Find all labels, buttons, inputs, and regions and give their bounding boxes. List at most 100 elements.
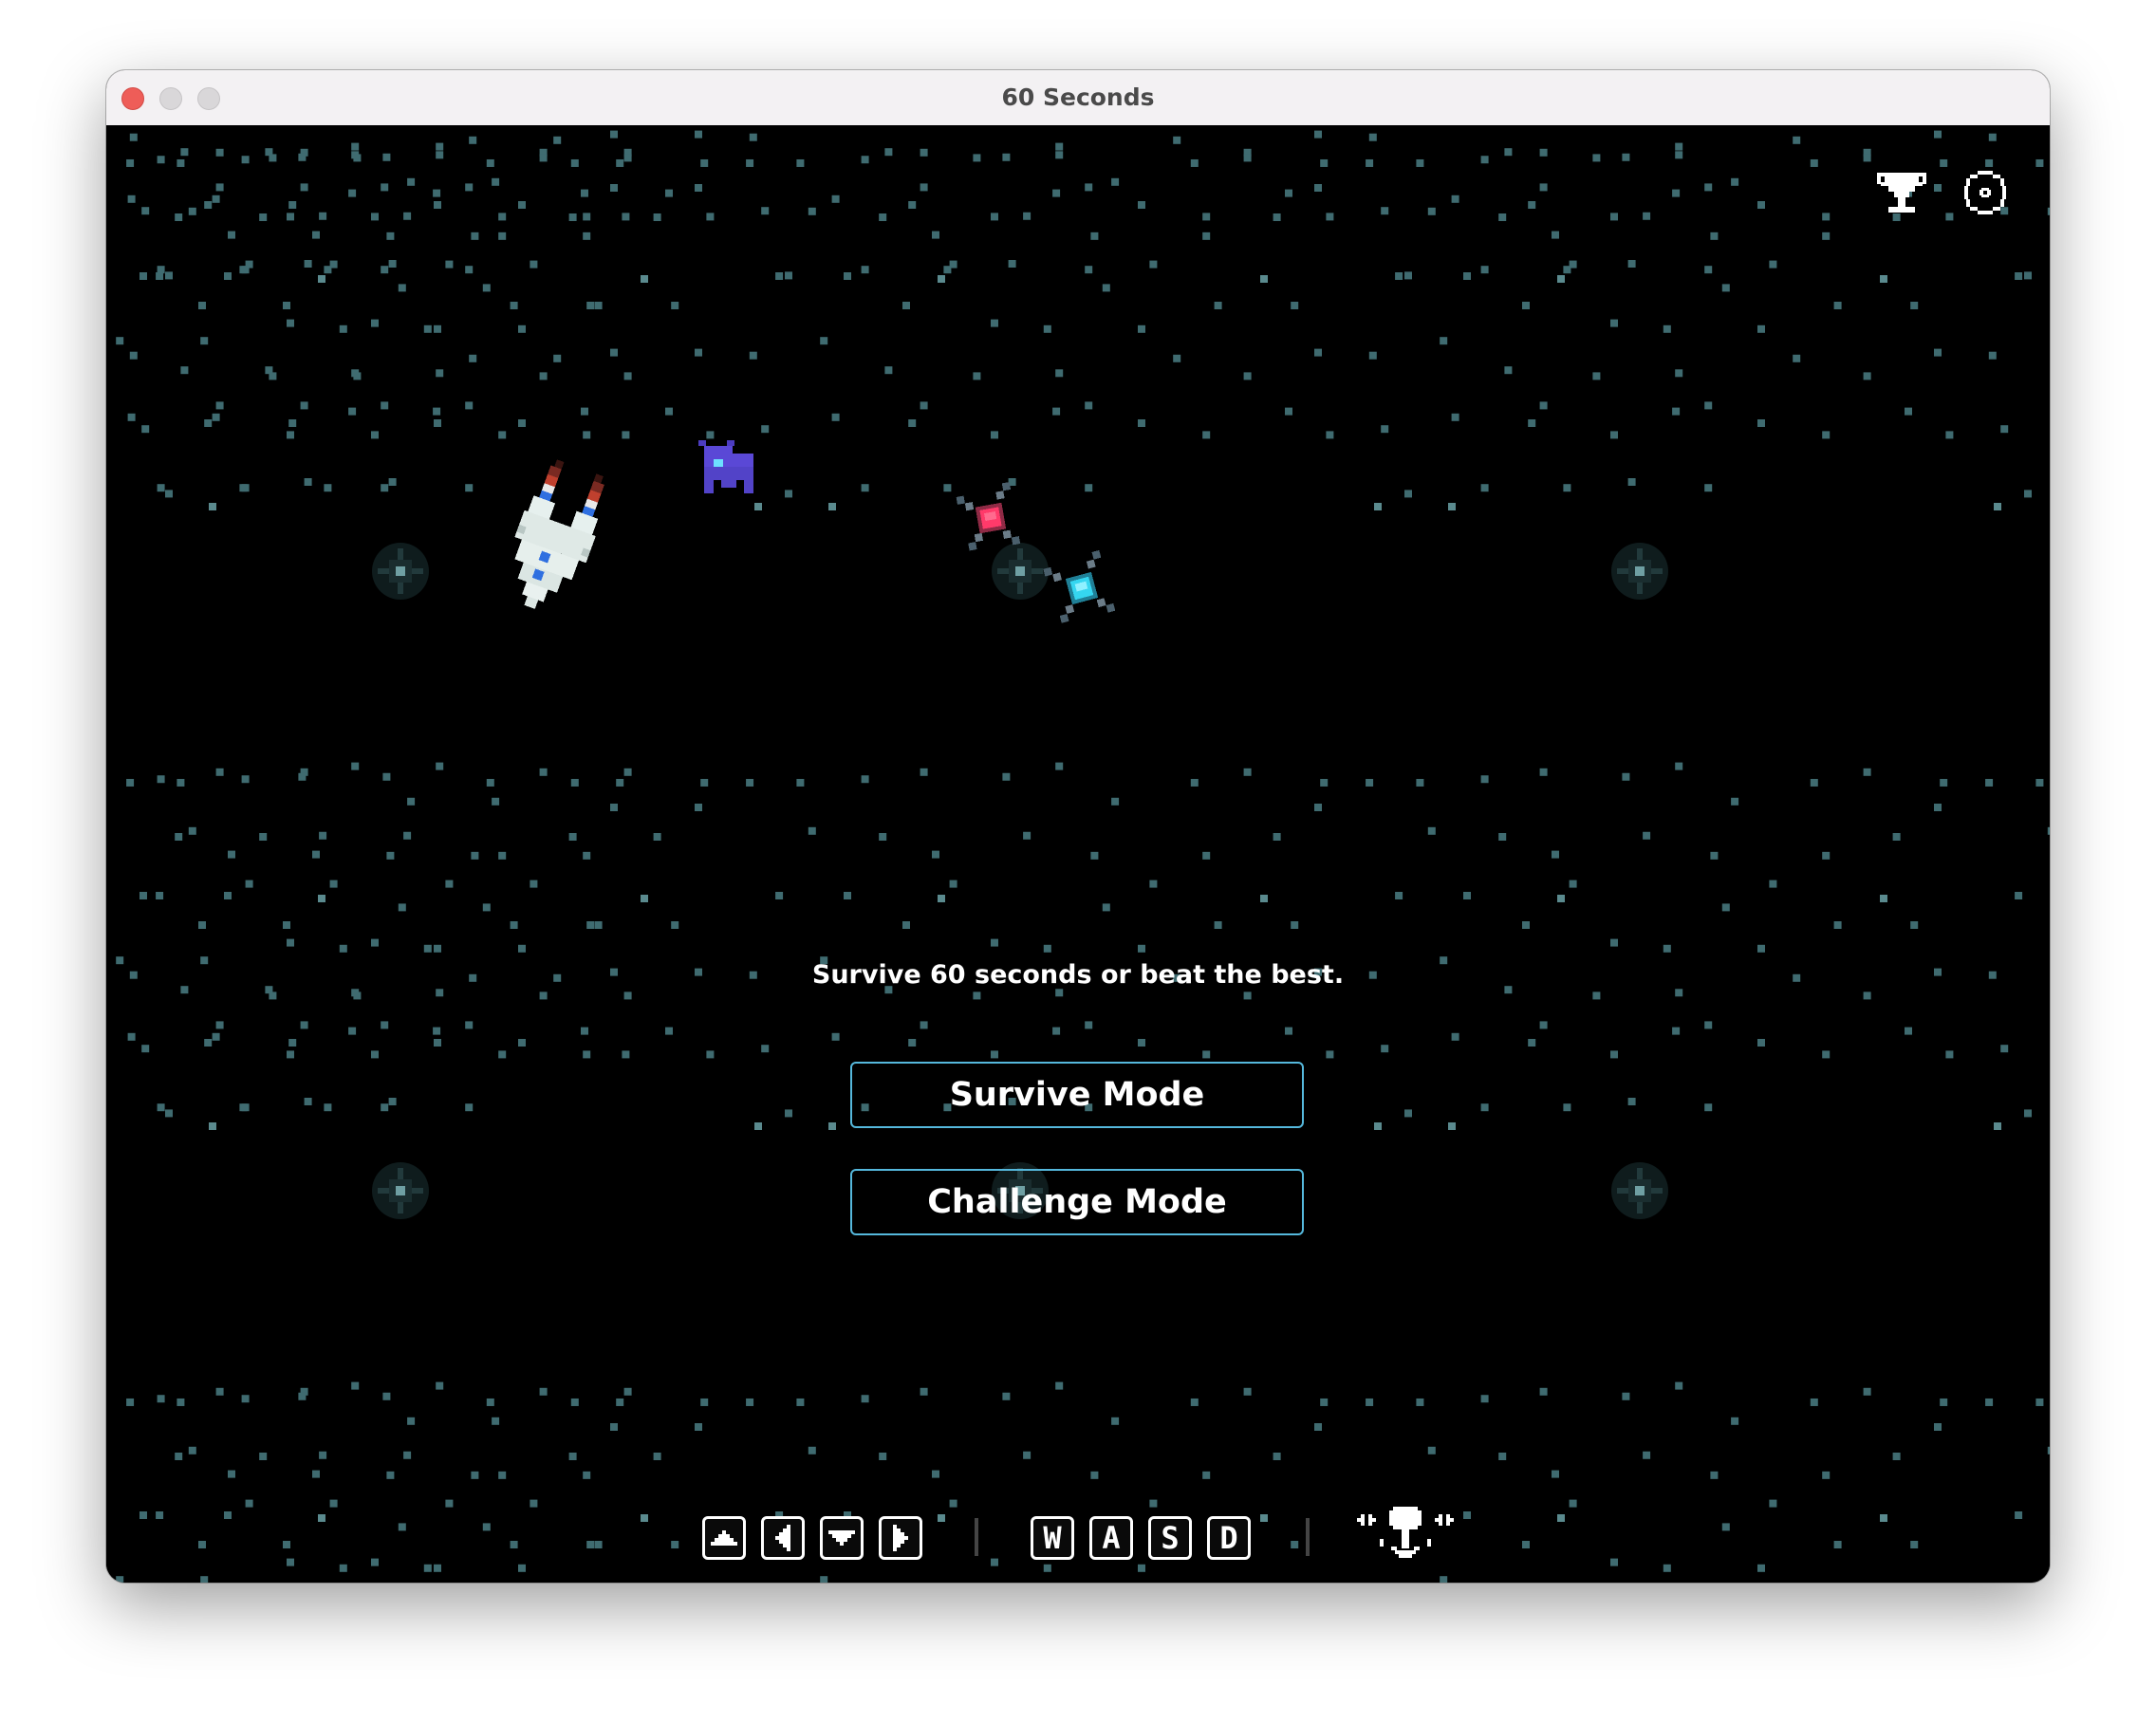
- star: [436, 762, 444, 770]
- star: [1480, 1395, 1489, 1403]
- star: [312, 850, 320, 859]
- star: [991, 213, 998, 221]
- star: [775, 892, 784, 899]
- glow-star: [1557, 1514, 1565, 1522]
- star: [1610, 1558, 1618, 1566]
- star: [761, 207, 770, 215]
- star: [568, 1453, 577, 1460]
- gear-icon[interactable]: [1957, 167, 2014, 218]
- star: [539, 991, 548, 1000]
- starfield: [116, 130, 2050, 1583]
- star: [228, 850, 235, 859]
- survive-mode-button[interactable]: Survive Mode: [850, 1062, 1304, 1128]
- star: [1480, 156, 1489, 164]
- star: [665, 189, 673, 197]
- star: [1202, 1050, 1211, 1059]
- star: [1285, 1027, 1292, 1035]
- star: [1273, 1453, 1281, 1460]
- star: [1326, 1050, 1334, 1059]
- star: [920, 183, 928, 192]
- star: [622, 213, 630, 221]
- star: [583, 1050, 591, 1059]
- star: [706, 213, 715, 221]
- star: [116, 1576, 124, 1583]
- star: [465, 1103, 474, 1112]
- star: [433, 407, 441, 416]
- star: [348, 1027, 357, 1035]
- star: [1934, 804, 1942, 811]
- star: [622, 1050, 630, 1059]
- star: [283, 1541, 290, 1548]
- star: [553, 136, 562, 144]
- star: [1757, 1039, 1765, 1047]
- star: [1002, 772, 1011, 781]
- trophy-icon[interactable]: [1873, 167, 1930, 218]
- star: [1190, 1398, 1199, 1406]
- star: [695, 1423, 702, 1431]
- star: [498, 213, 507, 221]
- star: [1675, 142, 1683, 151]
- star: [157, 266, 165, 274]
- star: [1138, 1039, 1145, 1047]
- star: [2047, 1446, 2050, 1454]
- star: [1023, 1451, 1032, 1459]
- star: [175, 1453, 183, 1460]
- star: [381, 401, 389, 410]
- star: [388, 260, 397, 268]
- star: [1704, 484, 1713, 492]
- star: [157, 775, 165, 784]
- star: [1498, 1453, 1507, 1460]
- star: [1023, 212, 1032, 220]
- star: [1427, 826, 1436, 835]
- star: [492, 177, 500, 186]
- star: [831, 195, 840, 203]
- star: [1291, 302, 1299, 309]
- star: [398, 1523, 406, 1531]
- star: [469, 136, 477, 144]
- star: [749, 351, 757, 360]
- star: [329, 1499, 338, 1508]
- star: [239, 266, 248, 274]
- star: [1672, 407, 1681, 416]
- star: [298, 1392, 307, 1400]
- star: [1111, 1417, 1120, 1425]
- star: [1498, 213, 1507, 221]
- star: [820, 337, 828, 345]
- bright-star: [372, 543, 429, 600]
- star: [180, 148, 189, 157]
- game-canvas: Survive 60 seconds or beat the best. Sur…: [106, 125, 2050, 1583]
- star: [298, 153, 307, 161]
- star: [175, 833, 183, 841]
- challenge-mode-button[interactable]: Challenge Mode: [850, 1169, 1304, 1235]
- star: [1731, 1417, 1739, 1425]
- right-arrow-icon: [893, 1525, 908, 1551]
- down-arrow-icon: [828, 1530, 855, 1546]
- star: [1985, 778, 1994, 787]
- star: [844, 272, 851, 280]
- star: [570, 778, 579, 787]
- star: [695, 184, 702, 192]
- star: [1416, 778, 1424, 787]
- star: [1793, 136, 1801, 144]
- star: [351, 369, 360, 378]
- star: [1326, 213, 1334, 221]
- star: [1463, 1511, 1471, 1519]
- star: [623, 372, 632, 380]
- star: [1905, 407, 1912, 416]
- star: [1934, 130, 1942, 139]
- star: [594, 921, 603, 929]
- star: [1757, 1564, 1765, 1572]
- star: [371, 213, 379, 221]
- star: [287, 213, 294, 221]
- star: [539, 768, 548, 776]
- star: [1940, 158, 1948, 167]
- star: [1052, 407, 1061, 416]
- star: [1539, 1021, 1548, 1029]
- star: [1480, 775, 1489, 784]
- star: [1002, 1392, 1011, 1400]
- star: [471, 232, 479, 240]
- star: [1822, 431, 1831, 439]
- star: [198, 1541, 206, 1548]
- star: [530, 1499, 538, 1508]
- alien-enemy: [695, 436, 761, 499]
